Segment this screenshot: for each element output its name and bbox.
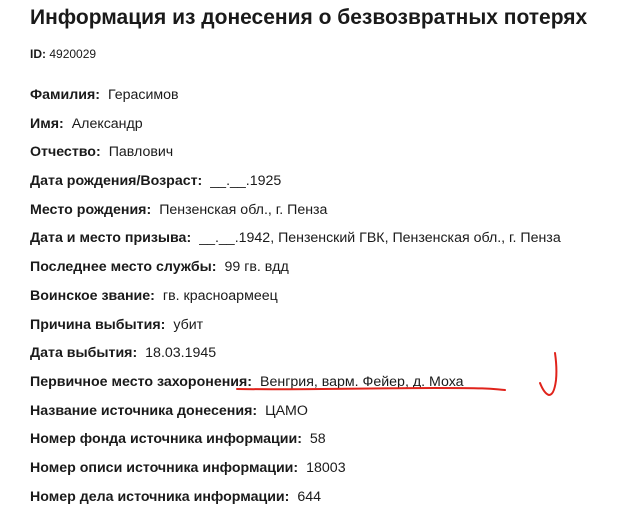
field-label: Фамилия: xyxy=(30,87,100,103)
red-underline-icon xyxy=(236,386,506,391)
field-fond-number: Номер фонда источника информации: 58 xyxy=(30,429,630,458)
field-label: Дата и место призыва: xyxy=(30,230,192,247)
field-label: Воинское звание: xyxy=(30,287,155,304)
field-value: __.__.1942, Пензенский ГВК, Пензенская о… xyxy=(199,230,561,247)
red-check-mark-icon xyxy=(539,352,558,397)
field-value: Александр xyxy=(71,115,143,132)
field-label: Дата выбытия: xyxy=(30,345,138,362)
field-label: Название источника донесения: xyxy=(30,402,258,419)
field-birth-date: Дата рождения/Возраст: __.__.1925 xyxy=(30,171,630,200)
field-first-name: Имя: Александр xyxy=(30,114,630,143)
field-value: Павлович xyxy=(108,144,174,161)
field-value: убит xyxy=(173,316,204,333)
field-label: Имя: xyxy=(30,115,64,132)
field-value: 99 гв. вдд xyxy=(224,259,289,276)
field-patronymic: Отчество: Павлович xyxy=(30,142,630,171)
record-id-label: ID: xyxy=(30,47,46,61)
field-value: Герасимов xyxy=(107,87,179,103)
field-value: 644 xyxy=(297,488,322,505)
field-conscription: Дата и место призыва: __.__.1942, Пензенс… xyxy=(30,228,630,257)
field-value: ЦАМО xyxy=(265,402,308,419)
record-id: ID: 4920029 xyxy=(30,47,96,61)
field-value: 18003 xyxy=(306,459,346,476)
field-inventory-number: Номер описи источника информации: 18003 xyxy=(30,458,630,487)
field-label: Номер дела источника информации: xyxy=(30,488,290,505)
field-label: Номер фонда источника информации: xyxy=(30,431,302,448)
record-id-value: 4920029 xyxy=(49,47,97,61)
field-value: 58 xyxy=(309,431,326,448)
field-label: Причина выбытия: xyxy=(30,316,166,333)
field-label: Отчество: xyxy=(30,144,101,161)
field-value: Пензенская обл., г. Пенза xyxy=(159,201,328,218)
field-label: Место рождения: xyxy=(30,201,152,218)
field-rank: Воинское звание: гв. красноармеец xyxy=(30,286,630,315)
field-value: 18.03.1945 xyxy=(145,345,217,362)
field-source-name: Название источника донесения: ЦАМО xyxy=(30,401,630,430)
field-birth-place: Место рождения: Пензенская обл., г. Пенза xyxy=(30,200,630,229)
field-surname: Фамилия: Герасимов xyxy=(30,85,630,114)
field-label: Первичное место захоронения: xyxy=(30,373,253,390)
field-label: Дата рождения/Возраст: xyxy=(30,173,203,190)
field-label: Номер описи источника информации: xyxy=(30,459,299,476)
field-case-number: Номер дела источника информации: 644 xyxy=(30,487,630,515)
record-fields: Фамилия: Герасимов Имя: Александр Отчество… xyxy=(30,85,630,515)
page-title: Информация из донесения о безвозвратных … xyxy=(30,6,588,29)
field-value: гв. красноармеец xyxy=(162,287,278,304)
field-value: __.__.1925 xyxy=(210,173,282,190)
field-reason: Причина выбытия: убит xyxy=(30,315,630,344)
field-last-unit: Последнее место службы: 99 гв. вдд xyxy=(30,257,630,286)
field-label: Последнее место службы: xyxy=(30,259,217,276)
